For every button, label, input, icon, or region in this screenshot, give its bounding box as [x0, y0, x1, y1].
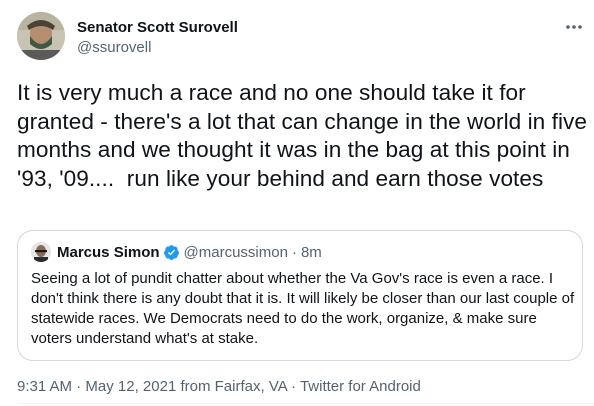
tweet-metadata: 9:31 AM · May 12, 2021 from Fairfax, VA … — [17, 378, 421, 395]
profile-photo-icon — [31, 242, 51, 262]
author-handle[interactable]: @ssurovell — [77, 39, 151, 56]
quoted-tweet-time[interactable]: 8m — [301, 244, 322, 261]
from-label: from — [176, 378, 215, 395]
divider — [17, 403, 594, 404]
quoted-tweet-text: Seeing a lot of pundit chatter about whe… — [31, 270, 575, 347]
quoted-tweet-header: Marcus Simon @marcussimon · 8m — [57, 244, 322, 261]
tweet-text: It is very much a race and no one should… — [17, 80, 594, 191]
quoted-author-handle[interactable]: @marcussimon — [184, 244, 288, 261]
verified-badge-icon — [163, 244, 180, 261]
quoted-tweet[interactable]: Marcus Simon @marcussimon · 8m Seeing a … — [17, 230, 583, 361]
tweet-date[interactable]: May 12, 2021 — [85, 378, 176, 395]
tweet-time[interactable]: 9:31 AM — [17, 378, 72, 395]
separator-dot: · — [72, 378, 86, 395]
tweet-client[interactable]: Twitter for Android — [300, 378, 421, 395]
more-dots-icon — [566, 25, 582, 29]
profile-photo-icon — [17, 12, 65, 60]
tweet: Senator Scott Surovell @ssurovell It is … — [0, 0, 594, 406]
author-avatar[interactable] — [17, 12, 65, 60]
separator-dot: · — [286, 378, 300, 395]
quoted-author-name[interactable]: Marcus Simon — [57, 244, 160, 261]
more-options-button[interactable] — [563, 16, 585, 38]
separator-dot: · — [291, 244, 297, 261]
tweet-location[interactable]: Fairfax, VA — [215, 378, 287, 395]
author-name[interactable]: Senator Scott Surovell — [77, 19, 238, 36]
quoted-author-avatar[interactable] — [31, 242, 51, 262]
